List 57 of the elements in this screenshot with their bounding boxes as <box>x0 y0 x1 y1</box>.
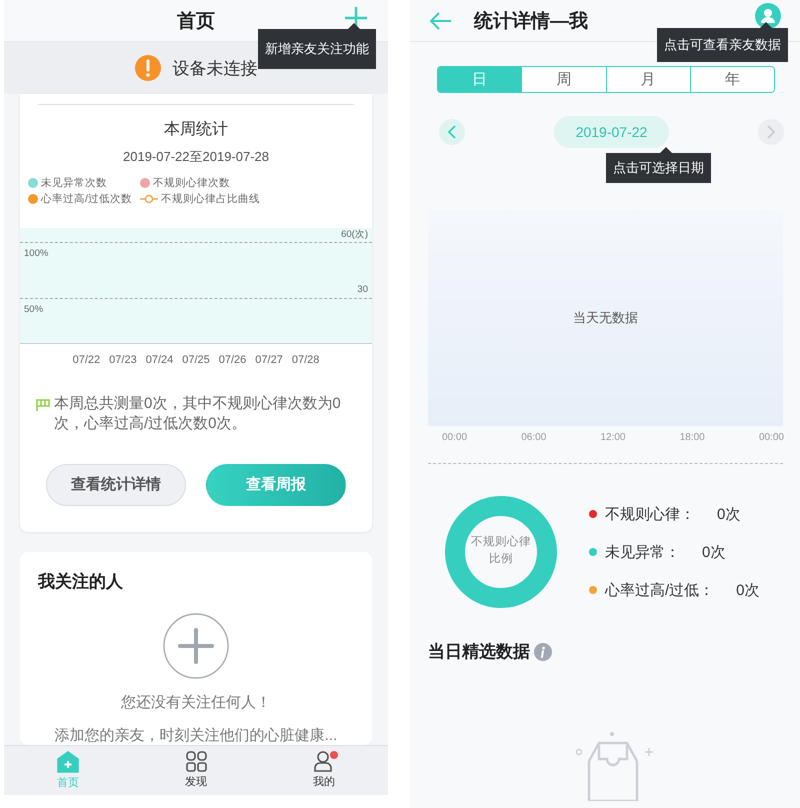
home-icon <box>57 750 79 773</box>
add-person-icon[interactable] <box>163 612 229 679</box>
chevron-left-icon <box>447 125 457 139</box>
axis-label: 30 <box>356 284 369 297</box>
chevron-right-icon <box>766 125 776 139</box>
device-status-text: 设备未连接 <box>172 58 258 80</box>
period-tab[interactable]: 年 <box>690 67 774 92</box>
grid-icon <box>186 751 206 772</box>
card-title: 本周统计 <box>164 120 228 140</box>
period-tab[interactable]: 周 <box>521 67 606 92</box>
tooltip: 点击可选择日期 <box>606 147 711 183</box>
axis-label: 00:00 <box>758 432 784 443</box>
summary-text: 本周总共测量0次，其中不规则心律次数为0次，心率过高/过低次数0次。 <box>54 394 342 434</box>
tab-bar-item[interactable]: 发现 <box>132 746 260 795</box>
axis-label: 07/27 <box>255 354 283 366</box>
legend-label: 不规则心律： <box>605 504 695 524</box>
axis-label: 100% <box>23 248 48 259</box>
axis-label: 07/25 <box>182 354 210 366</box>
screen-title: 首页 <box>177 10 215 34</box>
previous-day-button[interactable] <box>439 119 465 145</box>
axis-label: 07/28 <box>292 354 320 366</box>
no-data-text: 当天无数据 <box>573 309 638 327</box>
axis-label: 60(次) <box>340 228 369 242</box>
warning-icon <box>134 55 160 82</box>
empty-title: 您还没有关注任何人！ <box>121 692 271 712</box>
tab-bar-item[interactable]: 我的 <box>260 746 388 795</box>
legend-value: 0次 <box>736 580 760 600</box>
legend-value: 0次 <box>717 504 740 524</box>
axis-label: 00:00 <box>442 432 468 443</box>
axis-label: 07/26 <box>218 354 246 366</box>
legend-label: 不规则心律占比曲线 <box>161 192 260 206</box>
section-title: 当日精选数据 <box>428 641 530 663</box>
donut-label: 不规则心律比例 <box>471 534 531 567</box>
legend-label: 不规则心律次数 <box>153 176 230 190</box>
axis-label: 07/22 <box>72 354 100 366</box>
legend-label: 未见异常次数 <box>41 176 107 190</box>
axis-label: 07/24 <box>146 354 174 366</box>
date-range: 2019-07-22至2019-07-28 <box>123 148 269 166</box>
card-title: 我关注的人 <box>38 570 123 593</box>
axis-label: 50% <box>23 304 44 315</box>
axis-label: 18:00 <box>680 432 705 443</box>
empty-hint: 添加您的亲友，时刻关注他们的心脏健康... <box>54 726 338 745</box>
person-icon <box>314 751 334 772</box>
tooltip: 点击可查看亲友数据 <box>657 22 788 62</box>
legend-label: 心率过高/过低： <box>605 580 714 600</box>
legend-value: 0次 <box>702 542 726 562</box>
legend-label: 未见异常： <box>605 542 680 562</box>
axis-label: 06:00 <box>521 432 546 443</box>
period-tab[interactable]: 月 <box>606 67 690 92</box>
screen-title: 统计详情—我 <box>474 10 588 34</box>
axis-label: 07/23 <box>109 354 137 366</box>
legend-label: 心率过高/过低次数 <box>41 192 132 206</box>
flag-icon <box>36 398 50 411</box>
back-icon[interactable] <box>430 12 452 30</box>
stats-details-button[interactable]: 查看统计详情 <box>46 464 186 506</box>
axis-label: 12:00 <box>600 432 626 443</box>
info-icon[interactable] <box>534 642 552 660</box>
